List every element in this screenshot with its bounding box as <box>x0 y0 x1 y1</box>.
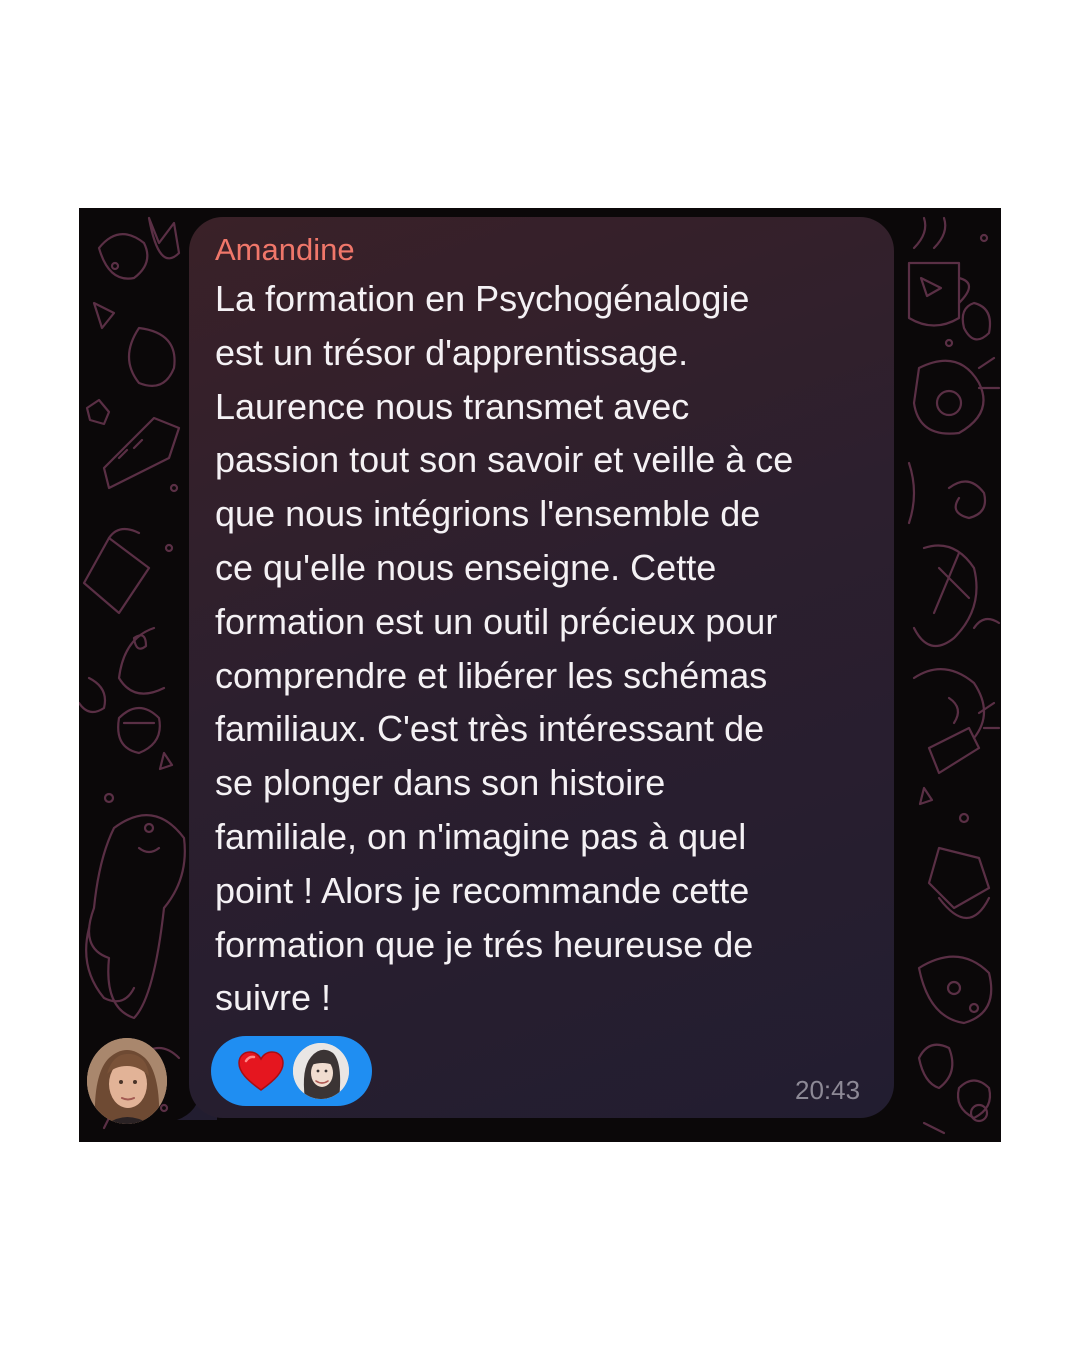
message-line: que nous intégrions l'ensemble de <box>215 493 761 535</box>
reactor-avatar-image <box>293 1043 349 1099</box>
page: Amandine La formation en Psychogénalogie… <box>0 0 1080 1350</box>
message-line: se plonger dans son histoire <box>215 762 666 804</box>
message-line: Laurence nous transmet avec <box>215 385 690 427</box>
message-line: suivre ! <box>215 977 332 1019</box>
message-line: passion tout son savoir et veille à ce <box>215 439 794 481</box>
message-text: La formation en Psychogénalogie est un t… <box>215 272 875 1025</box>
message-time: 20:43 <box>795 1075 861 1105</box>
message-line: comprendre et libérer les schémas <box>215 654 768 696</box>
sender-avatar-image <box>87 1038 167 1124</box>
message-line: La formation en Psychogénalogie <box>215 278 750 319</box>
chat-view: Amandine La formation en Psychogénalogie… <box>79 208 1001 1142</box>
message-line: est un trésor d'apprentissage. <box>215 331 689 373</box>
sender-name[interactable]: Amandine <box>215 230 355 270</box>
message-line: familiale, on n'imagine pas à quel <box>215 815 747 857</box>
message-line: point ! Alors je recommande cette <box>215 869 750 911</box>
reactor-avatar[interactable] <box>293 1043 349 1099</box>
reaction-pill[interactable] <box>211 1036 372 1106</box>
sender-avatar[interactable] <box>87 1038 167 1124</box>
message-line: formation est un outil précieux pour <box>215 600 778 642</box>
message-line: ce qu'elle nous enseigne. Cette <box>215 546 717 588</box>
message-line: familiaux. C'est très intéressant de <box>215 708 765 750</box>
message-line: formation que je trés heureuse de <box>215 923 754 965</box>
red-heart-icon <box>238 1051 284 1091</box>
